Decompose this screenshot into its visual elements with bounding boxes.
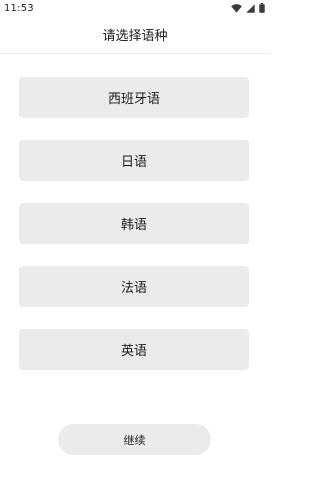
wifi-icon bbox=[231, 3, 242, 13]
option-label: 韩语 bbox=[120, 218, 147, 233]
continue-button[interactable]: 继续 bbox=[58, 424, 211, 455]
battery-icon bbox=[259, 3, 265, 13]
header: 请选择语种 bbox=[0, 16, 270, 54]
option-label: 日语 bbox=[120, 155, 147, 170]
page-title: 请选择语种 bbox=[102, 29, 168, 44]
language-option-spanish[interactable]: 西班牙语 bbox=[19, 77, 249, 118]
language-option-french[interactable]: 法语 bbox=[19, 266, 249, 307]
status-bar: 11:53 bbox=[0, 0, 270, 16]
language-options: 西班牙语 日语 韩语 法语 英语 bbox=[19, 77, 249, 370]
language-select-screen: 11:53 请选择语种 西班牙语 日语 韩语 法语 英语 继续 bbox=[0, 0, 270, 480]
signal-icon bbox=[246, 3, 255, 13]
language-option-english[interactable]: 英语 bbox=[19, 329, 249, 370]
language-option-japanese[interactable]: 日语 bbox=[19, 140, 249, 181]
option-label: 英语 bbox=[120, 344, 147, 359]
status-icons bbox=[231, 3, 265, 13]
language-option-korean[interactable]: 韩语 bbox=[19, 203, 249, 244]
continue-label: 继续 bbox=[123, 433, 146, 447]
option-label: 法语 bbox=[120, 281, 147, 296]
status-time: 11:53 bbox=[4, 2, 34, 14]
option-label: 西班牙语 bbox=[107, 92, 160, 107]
